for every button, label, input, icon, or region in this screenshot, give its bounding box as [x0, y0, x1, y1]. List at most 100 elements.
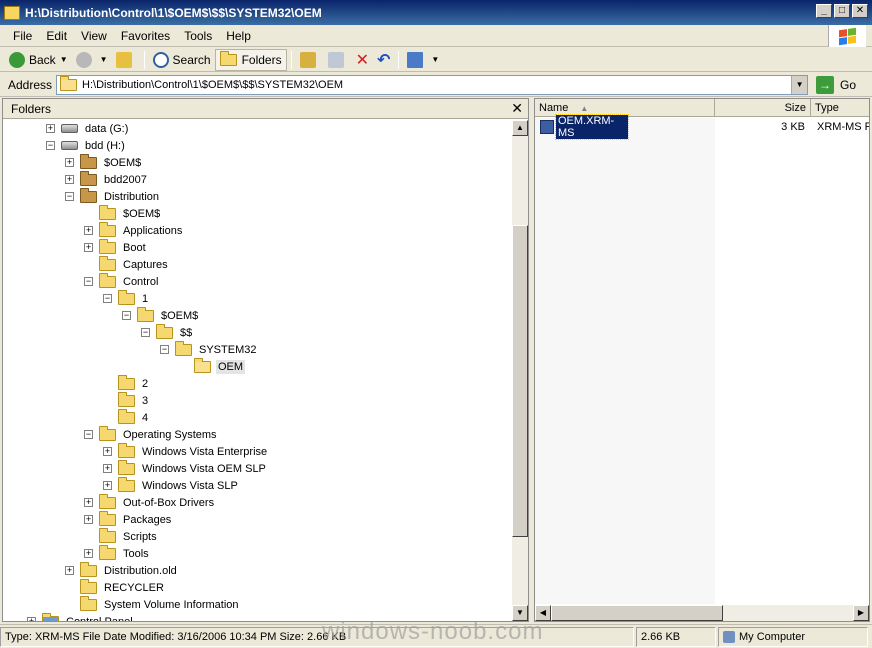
maximize-button[interactable]: □ [834, 4, 850, 18]
folder-icon [137, 306, 154, 322]
collapse-icon[interactable]: − [65, 192, 74, 201]
tree-node[interactable]: − $$ [141, 323, 194, 341]
collapse-icon[interactable]: − [141, 328, 150, 337]
column-size-label: Size [784, 102, 806, 114]
menu-file[interactable]: File [6, 29, 39, 43]
move-to-icon [299, 51, 316, 68]
expand-icon[interactable]: + [84, 515, 93, 524]
file-name[interactable]: OEM.XRM-MS [555, 114, 629, 140]
search-button[interactable]: Search [149, 49, 215, 71]
delete-button[interactable]: ✕ [352, 49, 373, 71]
expand-icon[interactable]: + [103, 464, 112, 473]
tree-node-label: $$ [180, 326, 193, 339]
chevron-down-icon[interactable]: ▼ [791, 75, 808, 94]
scroll-thumb[interactable] [551, 605, 723, 621]
scroll-thumb[interactable] [512, 225, 528, 537]
menu-edit[interactable]: Edit [39, 29, 74, 43]
tree-node[interactable]: + Distribution.old [65, 561, 179, 579]
tree-node[interactable]: −1 [103, 289, 150, 307]
chevron-down-icon[interactable]: ▼ [431, 55, 439, 64]
collapse-icon[interactable]: − [103, 294, 112, 303]
collapse-icon[interactable]: − [160, 345, 169, 354]
address-value: H:\Distribution\Control\1\$OEM$\$$\SYSTE… [82, 78, 344, 91]
tree-node[interactable]: System Volume Information [80, 595, 241, 613]
tree-node[interactable]: + Applications [84, 221, 184, 239]
address-input[interactable]: H:\Distribution\Control\1\$OEM$\$$\SYSTE… [56, 74, 809, 95]
tree-node[interactable]: + bdd2007 [65, 170, 149, 188]
tree-node[interactable]: 3 [118, 391, 150, 409]
tree-node[interactable]: + Out-of-Box Drivers [84, 493, 216, 511]
tree-node[interactable]: + Control Panel [27, 612, 135, 621]
chevron-down-icon[interactable]: ▼ [60, 55, 68, 64]
expand-icon[interactable]: + [103, 447, 112, 456]
tree-node[interactable]: − Distribution [65, 187, 161, 205]
folder-icon [80, 561, 97, 577]
tree-node[interactable]: + $OEM$ [65, 153, 143, 171]
scroll-down-button[interactable]: ▼ [512, 605, 528, 621]
forward-button[interactable]: ▼ [72, 49, 112, 71]
folder-icon [118, 459, 135, 475]
horizontal-scrollbar[interactable]: ◀ ▶ [535, 605, 869, 621]
tree-node[interactable]: + Windows Vista SLP [103, 476, 240, 494]
collapse-icon[interactable]: − [122, 311, 131, 320]
tree-node[interactable]: $OEM$ [99, 204, 162, 222]
collapse-icon[interactable]: − [46, 141, 55, 150]
scroll-left-button[interactable]: ◀ [535, 605, 551, 621]
tree-node[interactable]: − SYSTEM32 [160, 340, 258, 358]
expand-icon[interactable]: + [84, 226, 93, 235]
tree-node[interactable]: − Operating Systems [84, 425, 219, 443]
expand-icon[interactable]: + [84, 243, 93, 252]
expand-icon[interactable]: + [27, 617, 36, 621]
views-button[interactable]: ▼ [403, 49, 443, 71]
move-to-button[interactable] [296, 49, 324, 71]
column-size[interactable]: Size [715, 99, 811, 117]
tree-node[interactable]: 2 [118, 374, 150, 392]
tree-node[interactable]: Scripts [99, 527, 159, 545]
copy-to-button[interactable] [324, 49, 352, 71]
tree-node[interactable]: RECYCLER [80, 578, 166, 596]
tree-node[interactable]: + Packages [84, 510, 173, 528]
tree-node[interactable]: + Windows Vista OEM SLP [103, 459, 268, 477]
expand-icon[interactable]: + [84, 498, 93, 507]
back-button[interactable]: Back ▼ [5, 49, 72, 71]
vertical-scrollbar[interactable]: ▲ ▼ [512, 120, 528, 621]
tree-node[interactable]: − bdd (H:) [46, 137, 127, 154]
tree-node[interactable]: − $OEM$ [122, 306, 200, 324]
control-panel-icon [42, 612, 59, 621]
file-row[interactable]: OEM.XRM-MS 3 KB XRM-MS File [535, 114, 869, 140]
menu-help[interactable]: Help [219, 29, 258, 43]
tree-node[interactable]: + Windows Vista Enterprise [103, 442, 269, 460]
collapse-icon[interactable]: − [84, 430, 93, 439]
up-button[interactable] [112, 49, 140, 71]
expand-icon[interactable]: + [84, 549, 93, 558]
address-bar: Address H:\Distribution\Control\1\$OEM$\… [0, 73, 872, 97]
tree-node[interactable]: 4 [118, 408, 150, 426]
expand-icon[interactable]: + [65, 566, 74, 575]
scroll-up-button[interactable]: ▲ [512, 120, 528, 136]
tree-node[interactable]: Captures [99, 255, 170, 273]
folders-button[interactable]: Folders [214, 48, 287, 71]
expand-icon[interactable]: + [103, 481, 112, 490]
expand-icon[interactable]: + [65, 175, 74, 184]
close-button[interactable]: ✕ [852, 4, 868, 18]
chevron-down-icon[interactable]: ▼ [100, 55, 108, 64]
undo-button[interactable]: ↶ [373, 49, 394, 71]
folder-icon [118, 374, 135, 390]
menu-favorites[interactable]: Favorites [114, 29, 177, 43]
collapse-icon[interactable]: − [84, 277, 93, 286]
menu-view[interactable]: View [74, 29, 114, 43]
column-type[interactable]: Type [811, 99, 869, 117]
expand-icon[interactable]: + [65, 158, 74, 167]
close-icon[interactable]: ✕ [511, 100, 523, 117]
minimize-button[interactable]: _ [816, 4, 832, 18]
tree-node[interactable]: + data (G:) [46, 120, 130, 137]
expand-icon[interactable]: + [46, 124, 55, 133]
go-button[interactable]: → Go [816, 75, 856, 94]
tree-node[interactable]: − Control [84, 272, 160, 290]
tree-node[interactable]: + Boot [84, 238, 148, 256]
tree-node[interactable]: OEM [194, 357, 246, 375]
menu-tools[interactable]: Tools [177, 29, 219, 43]
tree-node[interactable]: + Tools [84, 544, 151, 562]
scroll-right-button[interactable]: ▶ [853, 605, 869, 621]
folder-open-icon [194, 357, 211, 373]
